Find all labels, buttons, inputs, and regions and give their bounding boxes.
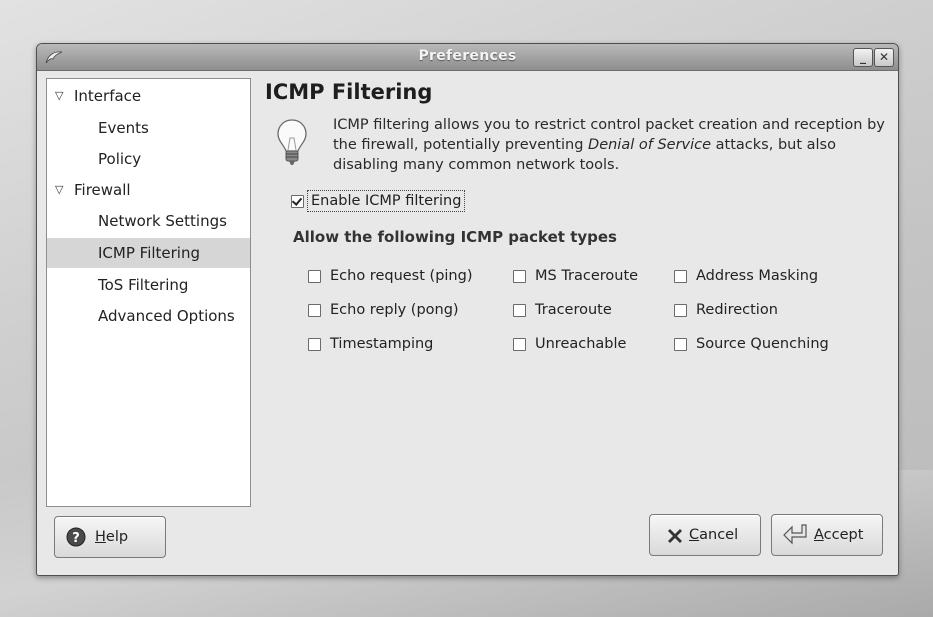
window-title: Preferences (418, 48, 517, 64)
tree-item-advanced-options[interactable]: Advanced Options (47, 301, 250, 331)
tree-item-label: ICMP Filtering (98, 244, 200, 262)
cancel-rest: ancel (699, 527, 739, 543)
tree-item-icmp-filtering[interactable]: ICMP Filtering (47, 238, 250, 268)
preferences-window: Preferences _ ✕ ▽ Interface Events Polic… (36, 43, 899, 576)
tree-item-firewall[interactable]: ▽ Firewall (47, 175, 250, 205)
packet-type-label[interactable]: Traceroute (535, 299, 612, 321)
help-button[interactable]: ? Help (54, 516, 166, 558)
accept-button-label: Accept (814, 515, 863, 555)
cancel-icon (668, 529, 682, 543)
checkbox-box[interactable] (674, 270, 687, 283)
tree-item-label: Events (98, 119, 149, 137)
packet-type-label[interactable]: Redirection (696, 299, 778, 321)
description-emphasis: Denial of Service (588, 137, 712, 153)
accept-mnemonic: A (814, 527, 824, 543)
accept-button[interactable]: Accept (771, 514, 883, 556)
packet-type-label[interactable]: Echo reply (pong) (330, 299, 459, 321)
checkbox-box[interactable] (674, 304, 687, 317)
packet-type-label[interactable]: Address Masking (696, 265, 818, 287)
tree-item-label: ToS Filtering (98, 276, 189, 294)
checkbox-box[interactable] (513, 270, 526, 283)
tree-item-label: Interface (74, 87, 142, 105)
checkbox-box[interactable] (308, 304, 321, 317)
description-text: ICMP filtering allows you to restrict co… (333, 115, 893, 175)
tree-item-policy[interactable]: Policy (47, 144, 250, 174)
cancel-button[interactable]: Cancel (649, 514, 761, 556)
packet-type-label[interactable]: MS Traceroute (535, 265, 638, 287)
enable-icmp-checkbox-box[interactable] (291, 195, 304, 208)
close-button[interactable]: ✕ (874, 48, 894, 67)
checkbox-box[interactable] (513, 338, 526, 351)
checkbox-box[interactable] (308, 270, 321, 283)
tree-item-label: Network Settings (98, 212, 227, 230)
tree-item-label: Policy (98, 150, 142, 168)
packet-types-heading: Allow the following ICMP packet types (293, 228, 617, 246)
packet-type-label[interactable]: Unreachable (535, 333, 626, 355)
cancel-mnemonic: C (689, 527, 700, 543)
lightbulb-icon (277, 119, 307, 165)
checkbox-box[interactable] (308, 338, 321, 351)
window-titlebar[interactable]: Preferences _ ✕ (37, 44, 898, 71)
tree-item-interface[interactable]: ▽ Interface (47, 81, 250, 111)
tree-item-label: Firewall (74, 181, 131, 199)
cancel-button-label: Cancel (689, 515, 738, 555)
settings-panel: ICMP Filtering ICMP filtering allows you… (265, 78, 885, 508)
category-tree[interactable]: ▽ Interface Events Policy ▽ Firewall Net… (46, 78, 251, 507)
checkbox-box[interactable] (513, 304, 526, 317)
minimize-icon: _ (860, 50, 866, 64)
help-mnemonic: H (95, 529, 106, 545)
page-title: ICMP Filtering (265, 80, 433, 104)
packet-type-label[interactable]: Echo request (ping) (330, 265, 472, 287)
tree-item-tos-filtering[interactable]: ToS Filtering (47, 270, 250, 300)
minimize-button[interactable]: _ (853, 48, 873, 67)
tree-item-label: Advanced Options (98, 307, 235, 325)
accept-icon (783, 524, 807, 545)
enable-icmp-label[interactable]: Enable ICMP filtering (307, 190, 466, 212)
expander-down-icon[interactable]: ▽ (55, 175, 63, 205)
expander-down-icon[interactable]: ▽ (55, 81, 63, 111)
svg-text:?: ? (72, 531, 80, 546)
help-icon: ? (66, 527, 86, 547)
tree-item-events[interactable]: Events (47, 113, 250, 143)
tree-item-network-settings[interactable]: Network Settings (47, 206, 250, 236)
help-button-label: Help (95, 517, 128, 557)
packet-type-label[interactable]: Source Quenching (696, 333, 829, 355)
help-rest: elp (105, 529, 129, 545)
accept-rest: ccept (823, 527, 864, 543)
close-icon: ✕ (878, 50, 890, 64)
checkbox-box[interactable] (674, 338, 687, 351)
packet-type-label[interactable]: Timestamping (330, 333, 433, 355)
